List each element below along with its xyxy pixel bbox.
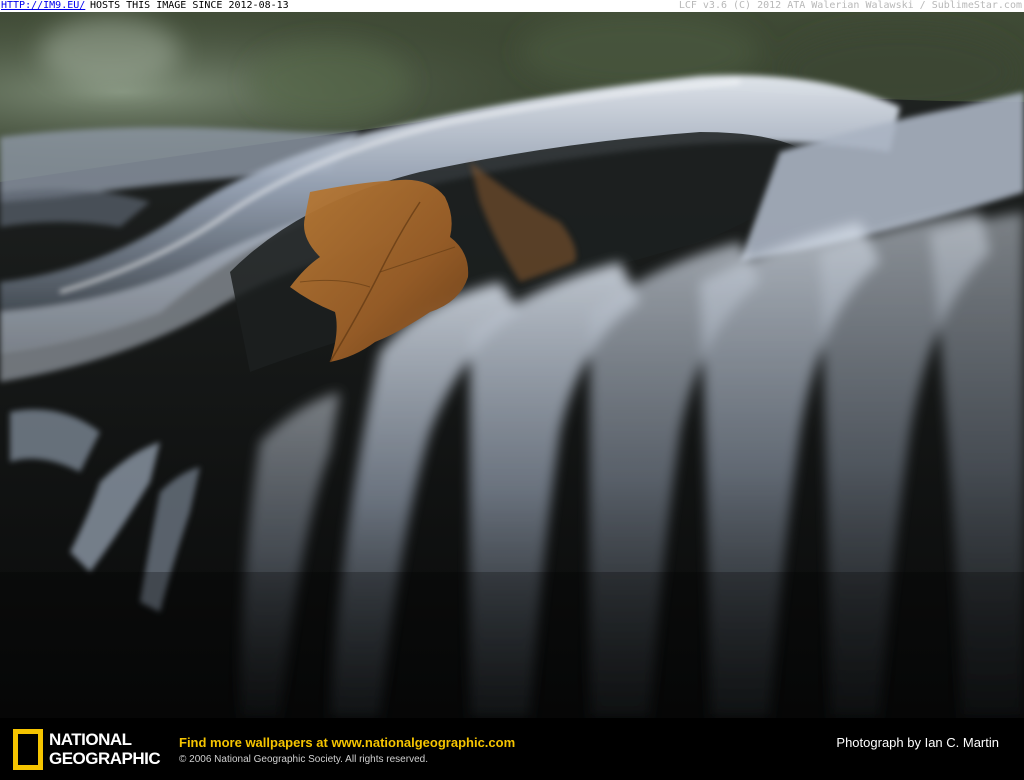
logo-wordmark: NATIONAL GEOGRAPHIC	[49, 730, 161, 768]
find-more-text: Find more wallpapers at www.nationalgeog…	[179, 735, 515, 750]
website-link[interactable]: www.nationalgeographic.com	[331, 735, 515, 750]
host-link[interactable]: HTTP://IM9.EU/	[1, 0, 85, 12]
wallpaper-page: HTTP://IM9.EU/ HOSTS THIS IMAGE SINCE 20…	[0, 0, 1024, 780]
footer-bar: NATIONAL GEOGRAPHIC Find more wallpapers…	[0, 718, 1024, 780]
national-geographic-logo[interactable]: NATIONAL GEOGRAPHIC	[13, 729, 173, 771]
waterfall-photo	[0, 12, 1024, 718]
logo-line-national: NATIONAL	[49, 730, 132, 749]
host-banner: HTTP://IM9.EU/ HOSTS THIS IMAGE SINCE 20…	[0, 0, 1024, 12]
waterfall-illustration	[0, 12, 1024, 718]
copyright-text: © 2006 National Geographic Society. All …	[179, 754, 428, 765]
yellow-border-icon	[13, 729, 43, 770]
host-credit-text: LCF v3.6 (C) 2012 ATA Walerian Walawski …	[678, 0, 1022, 11]
photo-credit: Photograph by Ian C. Martin	[836, 735, 999, 750]
logo-line-geographic: GEOGRAPHIC	[49, 749, 161, 768]
host-since-text: HOSTS THIS IMAGE SINCE 2012-08-13	[90, 0, 289, 11]
find-more-prefix: Find more wallpapers at	[179, 735, 332, 750]
